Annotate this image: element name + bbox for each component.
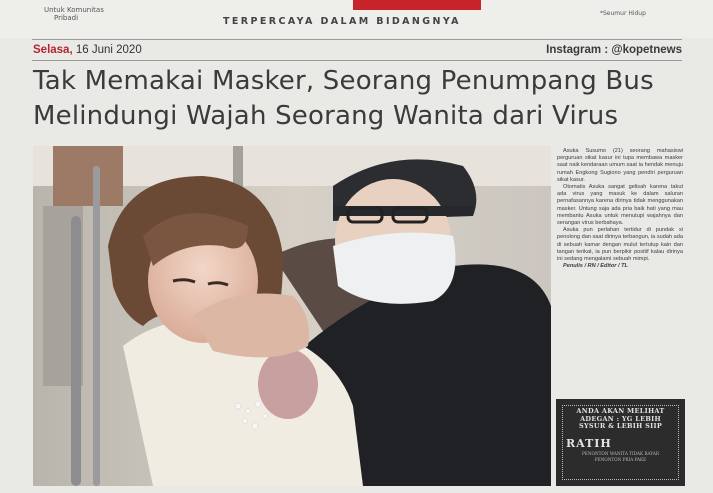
masthead-tagline: TERPERCAYA DALAM BIDANGNYA	[223, 16, 461, 27]
dateline-date: 16 Juni 2020	[75, 44, 142, 56]
advertisement-box: ANDA AKAN MELIHAT ADEGAN : YG LEBIH SYSU…	[556, 399, 685, 486]
article-credit: Penulis / RN / Editor / TL	[563, 263, 628, 270]
ad-small-2: PENONTON PRIA PAKE	[594, 456, 647, 462]
headline: Tak Memakai Masker, Seorang Penumpang Bu…	[33, 64, 698, 134]
masthead-right-note: *Seumur Hidup	[600, 10, 646, 17]
dateline-day: Selasa,	[33, 44, 73, 56]
headline-line-2: Melindungi Wajah Seorang Wanita dari Vir…	[33, 101, 619, 131]
article-paragraph: Asuka Susumo (21) seorang mahasiswi perg…	[557, 148, 683, 183]
news-photo	[33, 146, 551, 486]
article-paragraph: Otomatis Asuka sangat gelisah karena tak…	[557, 184, 683, 227]
ad-small-1: PENONTON WANITA TIDAK BAYAR	[581, 450, 660, 456]
article-paragraph: Asuka pun perlahan tertidur di pundak si…	[557, 227, 683, 263]
date-rule	[32, 60, 682, 61]
advertisement-inner: ANDA AKAN MELIHAT ADEGAN : YG LEBIH SYSU…	[562, 405, 679, 480]
photo-illustration	[33, 146, 551, 486]
headline-line-1: Tak Memakai Masker, Seorang Penumpang Bu…	[33, 66, 654, 96]
masthead-logo-bar	[353, 0, 481, 10]
masthead: Untuk Komunitas Pribadi TERPERCAYA DALAM…	[0, 0, 713, 38]
masthead-left-note: Untuk Komunitas Pribadi	[44, 6, 104, 22]
ad-line-3: SYSUR & LEBIH SIIP	[578, 422, 663, 430]
article-body: Asuka Susumo (21) seorang mahasiswi perg…	[557, 148, 683, 270]
instagram-handle: Instagram : @kopetnews	[546, 44, 682, 56]
ad-brand: RATIH	[566, 436, 612, 450]
dateline: Selasa, 16 Juni 2020	[33, 44, 142, 56]
top-rule	[32, 39, 682, 40]
